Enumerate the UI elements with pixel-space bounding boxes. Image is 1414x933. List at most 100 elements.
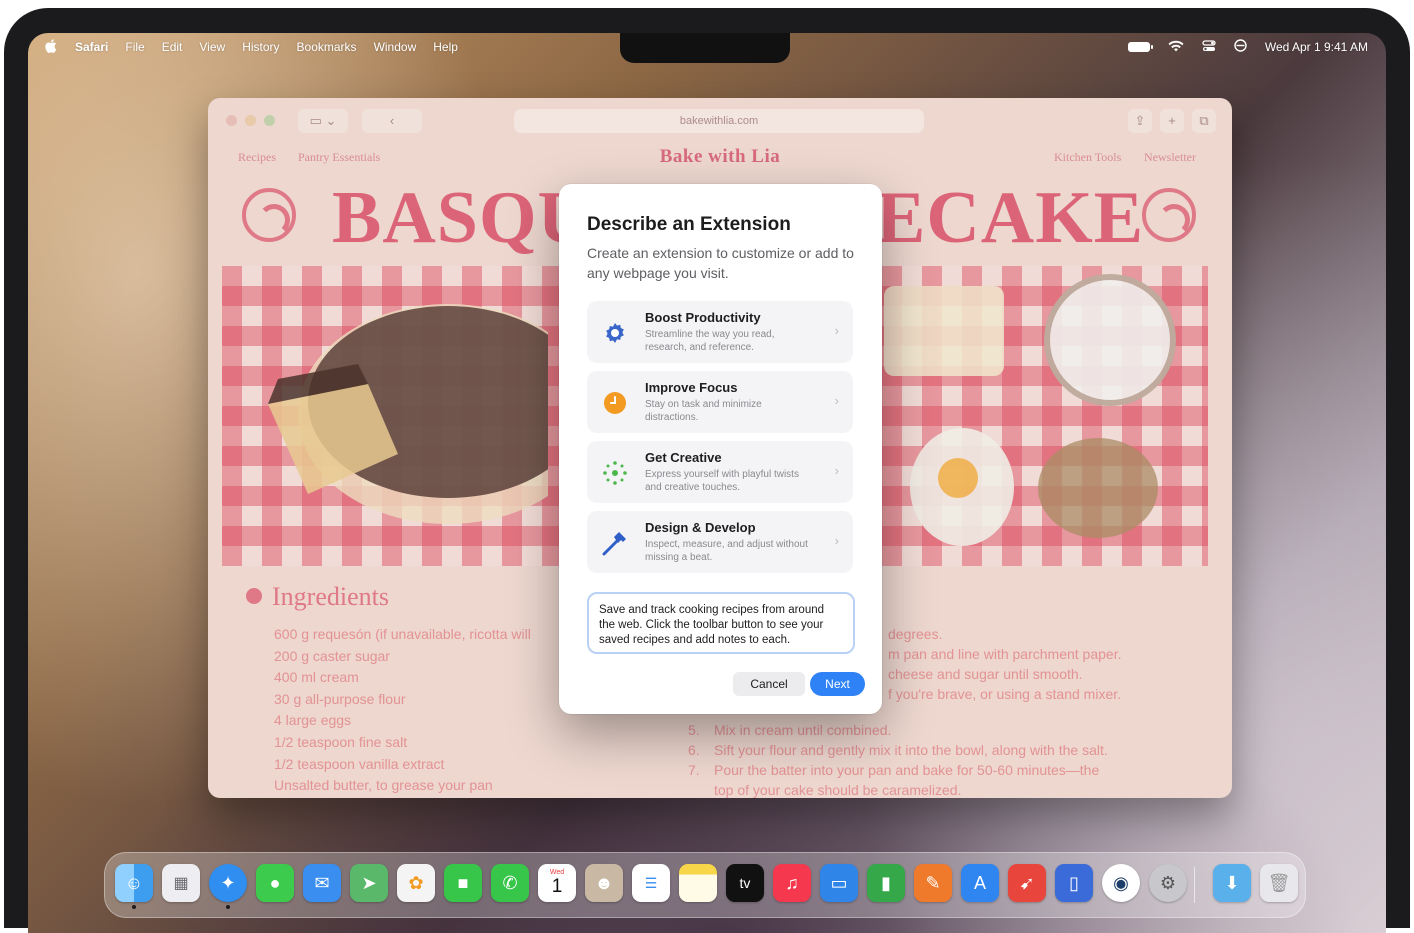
share-icon[interactable]: ⇪: [1128, 109, 1152, 133]
menu-app-name[interactable]: Safari: [75, 40, 108, 54]
numbers-icon[interactable]: ▮: [867, 864, 905, 902]
ingredient-item: 200 g caster sugar: [274, 647, 390, 664]
sidebar-toggle-icon[interactable]: ▭ ⌄: [298, 109, 348, 133]
ingredients-heading: Ingredients: [272, 582, 389, 611]
tv-label: tv: [739, 875, 751, 891]
site-nav-newsletter[interactable]: Newsletter: [1144, 150, 1196, 165]
menu-edit[interactable]: Edit: [162, 40, 183, 54]
section-bullet-icon: [246, 588, 262, 604]
next-button[interactable]: Next: [810, 672, 865, 696]
option-description: Streamline the way you read, research, a…: [645, 329, 775, 353]
maps-icon[interactable]: ➤: [350, 864, 388, 902]
extension-description-input[interactable]: Save and track cooking recipes from arou…: [587, 592, 855, 654]
messages-icon[interactable]: ●: [256, 864, 294, 902]
url-text: bakewithlia.com: [679, 115, 759, 127]
facetime-icon[interactable]: ■: [444, 864, 482, 902]
menu-window[interactable]: Window: [374, 40, 417, 54]
launchpad-icon[interactable]: ▦: [162, 864, 200, 902]
ingredient-item: 4 large eggs: [274, 712, 352, 729]
step-item: 7. Pour the batter into your pan and bake…: [688, 760, 1108, 780]
sparkle-icon: [601, 459, 629, 487]
gear-icon: [601, 319, 629, 347]
photos-icon[interactable]: ✿: [397, 864, 435, 902]
ingredient-item: 600 g requesón (if unavailable, ricotta …: [274, 626, 531, 642]
camera-notch: [620, 33, 790, 63]
contacts-icon[interactable]: ☻: [585, 864, 623, 902]
address-bar[interactable]: bakewithlia.com: [514, 109, 924, 133]
trash-icon[interactable]: 🗑: [1260, 864, 1298, 902]
chevron-right-icon: ›: [834, 393, 839, 408]
cancel-button[interactable]: Cancel: [733, 672, 805, 696]
step-number: 5.: [688, 722, 700, 738]
ingredient-item: 1/2 teaspoon vanilla extract: [274, 755, 445, 772]
notes-icon[interactable]: [679, 864, 717, 902]
new-tab-icon[interactable]: +: [1160, 109, 1184, 133]
downloads-folder-icon[interactable]: ⬇: [1213, 864, 1251, 902]
reminders-icon[interactable]: ☰: [632, 864, 670, 902]
step-fragment: cheese and sugar until smooth.: [888, 666, 1083, 682]
tab-overview-icon[interactable]: ⧉: [1192, 109, 1216, 133]
option-improve-focus[interactable]: Improve Focus Stay on task and minimize …: [587, 371, 853, 433]
option-boost-productivity[interactable]: Boost Productivity Streamline the way yo…: [587, 301, 853, 363]
tv-icon[interactable]: tv: [726, 864, 764, 902]
minimize-window-button[interactable]: [245, 115, 256, 126]
menu-file[interactable]: File: [125, 40, 144, 54]
finder-icon[interactable]: ☺: [115, 864, 153, 902]
back-button[interactable]: ‹: [362, 109, 422, 133]
flour-bowl-image: [1044, 274, 1176, 406]
step-text: Pour the batter into your pan and bake f…: [714, 762, 1100, 778]
step-item: 5. Mix in cream until combined.: [688, 720, 1108, 740]
dock-separator: [1194, 867, 1195, 903]
close-window-button[interactable]: [226, 115, 237, 126]
running-indicator: [226, 905, 230, 909]
focus-icon[interactable]: [1234, 39, 1247, 55]
option-title: Improve Focus: [645, 380, 738, 395]
hammer-icon: [601, 529, 629, 557]
music-icon[interactable]: ♫: [773, 864, 811, 902]
browser-app-icon[interactable]: ◉: [1102, 864, 1140, 902]
option-title: Design & Develop: [645, 520, 756, 535]
step-number: 6.: [688, 742, 700, 758]
steps-list: 5. Mix in cream until combined. 6. Sift yo…: [688, 720, 1108, 798]
menu-view[interactable]: View: [199, 40, 225, 54]
ingredients-list: 600 g requesón (if unavailable, ricotta …: [274, 624, 531, 797]
cheese-block-image: [884, 286, 1004, 376]
swirl-emblem-right: [1142, 188, 1196, 242]
step-text: top of your cake should be caramelized.: [714, 782, 962, 798]
calendar-icon[interactable]: Wed 1: [538, 864, 576, 902]
site-nav-kitchen-tools[interactable]: Kitchen Tools: [1054, 150, 1121, 165]
control-center-icon[interactable]: [1202, 39, 1216, 55]
wifi-icon[interactable]: [1168, 40, 1184, 55]
chevron-right-icon: ›: [834, 323, 839, 338]
menu-history[interactable]: History: [242, 40, 279, 54]
ingredient-item: 30 g all-purpose flour: [274, 690, 406, 707]
battery-icon[interactable]: [1127, 42, 1153, 52]
app-store-icon[interactable]: A: [961, 864, 999, 902]
menu-clock[interactable]: Wed Apr 1 9:41 AM: [1265, 40, 1368, 54]
phone-icon[interactable]: ✆: [491, 864, 529, 902]
describe-extension-dialog: Describe an Extension Create an extensio…: [559, 184, 882, 714]
apple-icon[interactable]: [44, 38, 58, 56]
recipe-title-right: ECAKE: [876, 177, 1145, 259]
running-indicator: [132, 905, 136, 909]
rocket-icon[interactable]: ➹: [1008, 864, 1046, 902]
option-design-develop[interactable]: Design & Develop Inspect, measure, and a…: [587, 511, 853, 573]
option-description: Express yourself with playful twists and…: [645, 469, 799, 493]
step-text: Mix in cream until combined.: [714, 722, 892, 738]
safari-icon[interactable]: ✦: [209, 864, 247, 902]
step-fragment: m pan and line with parchment paper.: [888, 646, 1122, 662]
keynote-icon[interactable]: ▭: [820, 864, 858, 902]
simulator-icon[interactable]: ▯: [1055, 864, 1093, 902]
system-settings-icon[interactable]: ⚙: [1149, 864, 1187, 902]
pages-icon[interactable]: ✎: [914, 864, 952, 902]
calendar-day: 1: [551, 876, 563, 897]
step-text: Sift your flour and gently mix it into t…: [714, 742, 1108, 758]
zoom-window-button[interactable]: [264, 115, 275, 126]
browser-toolbar: ▭ ⌄ ‹ bakewithlia.com ⇪ + ⧉: [208, 98, 1232, 144]
option-get-creative[interactable]: Get Creative Express yourself with playf…: [587, 441, 853, 503]
option-title: Boost Productivity: [645, 310, 761, 325]
menu-bookmarks[interactable]: Bookmarks: [297, 40, 357, 54]
option-description: Inspect, measure, and adjust without mis…: [645, 539, 808, 563]
menu-help[interactable]: Help: [433, 40, 458, 54]
mail-icon[interactable]: ✉: [303, 864, 341, 902]
